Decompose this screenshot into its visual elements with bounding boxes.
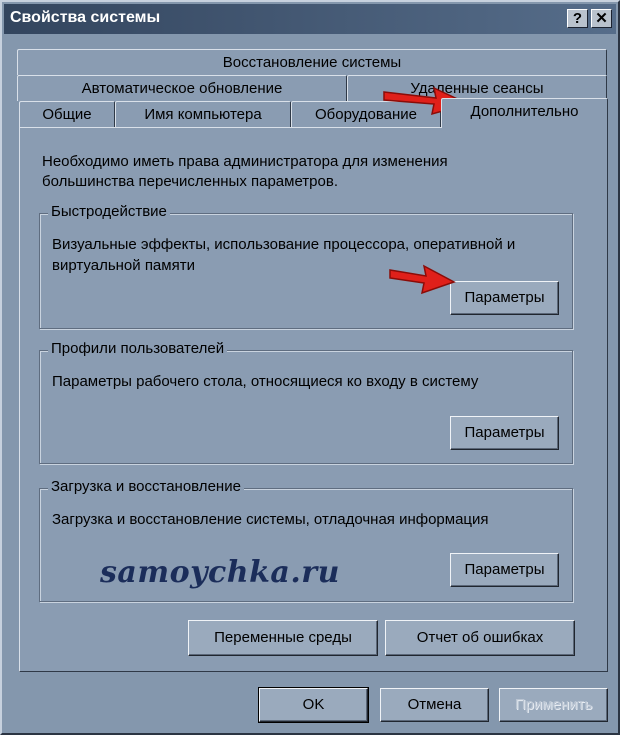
tab-computer-name[interactable]: Имя компьютера bbox=[115, 101, 291, 127]
system-properties-window: Свойства системы ? ✕ Восстановление сист… bbox=[0, 0, 620, 735]
cancel-button[interactable]: Отмена bbox=[380, 688, 489, 722]
user-profiles-description: Параметры рабочего стола, относящиеся ко… bbox=[52, 373, 479, 390]
startup-recovery-settings-button[interactable]: Параметры bbox=[450, 553, 559, 587]
close-button[interactable]: ✕ bbox=[591, 9, 612, 28]
window-title: Свойства системы bbox=[10, 9, 161, 26]
error-reporting-button[interactable]: Отчет об ошибках bbox=[385, 620, 575, 656]
tab-automatic-updates[interactable]: Автоматическое обновление bbox=[17, 75, 347, 101]
red-arrow-icon bbox=[389, 264, 456, 295]
startup-recovery-description: Загрузка и восстановление системы, отлад… bbox=[52, 511, 489, 528]
tab-general[interactable]: Общие bbox=[19, 101, 115, 127]
help-button[interactable]: ? bbox=[567, 9, 588, 28]
tab-advanced[interactable]: Дополнительно bbox=[441, 98, 608, 128]
performance-settings-button[interactable]: Параметры bbox=[450, 281, 559, 315]
admin-rights-note: Необходимо иметь права администратора дл… bbox=[42, 153, 448, 190]
environment-variables-button[interactable]: Переменные среды bbox=[188, 620, 378, 656]
user-profiles-settings-button[interactable]: Параметры bbox=[450, 416, 559, 450]
watermark: samoychka.ru bbox=[100, 555, 340, 590]
ok-button[interactable]: OK bbox=[258, 687, 369, 723]
performance-group-title: Быстродействие bbox=[48, 203, 170, 220]
apply-button: Применить bbox=[499, 688, 608, 722]
tab-system-restore[interactable]: Восстановление системы bbox=[17, 49, 607, 75]
performance-description: Визуальные эффекты, использование процес… bbox=[52, 236, 516, 274]
title-bar[interactable]: Свойства системы ? ✕ bbox=[4, 4, 616, 34]
startup-recovery-group-title: Загрузка и восстановление bbox=[48, 478, 244, 495]
user-profiles-group-title: Профили пользователей bbox=[48, 340, 228, 357]
